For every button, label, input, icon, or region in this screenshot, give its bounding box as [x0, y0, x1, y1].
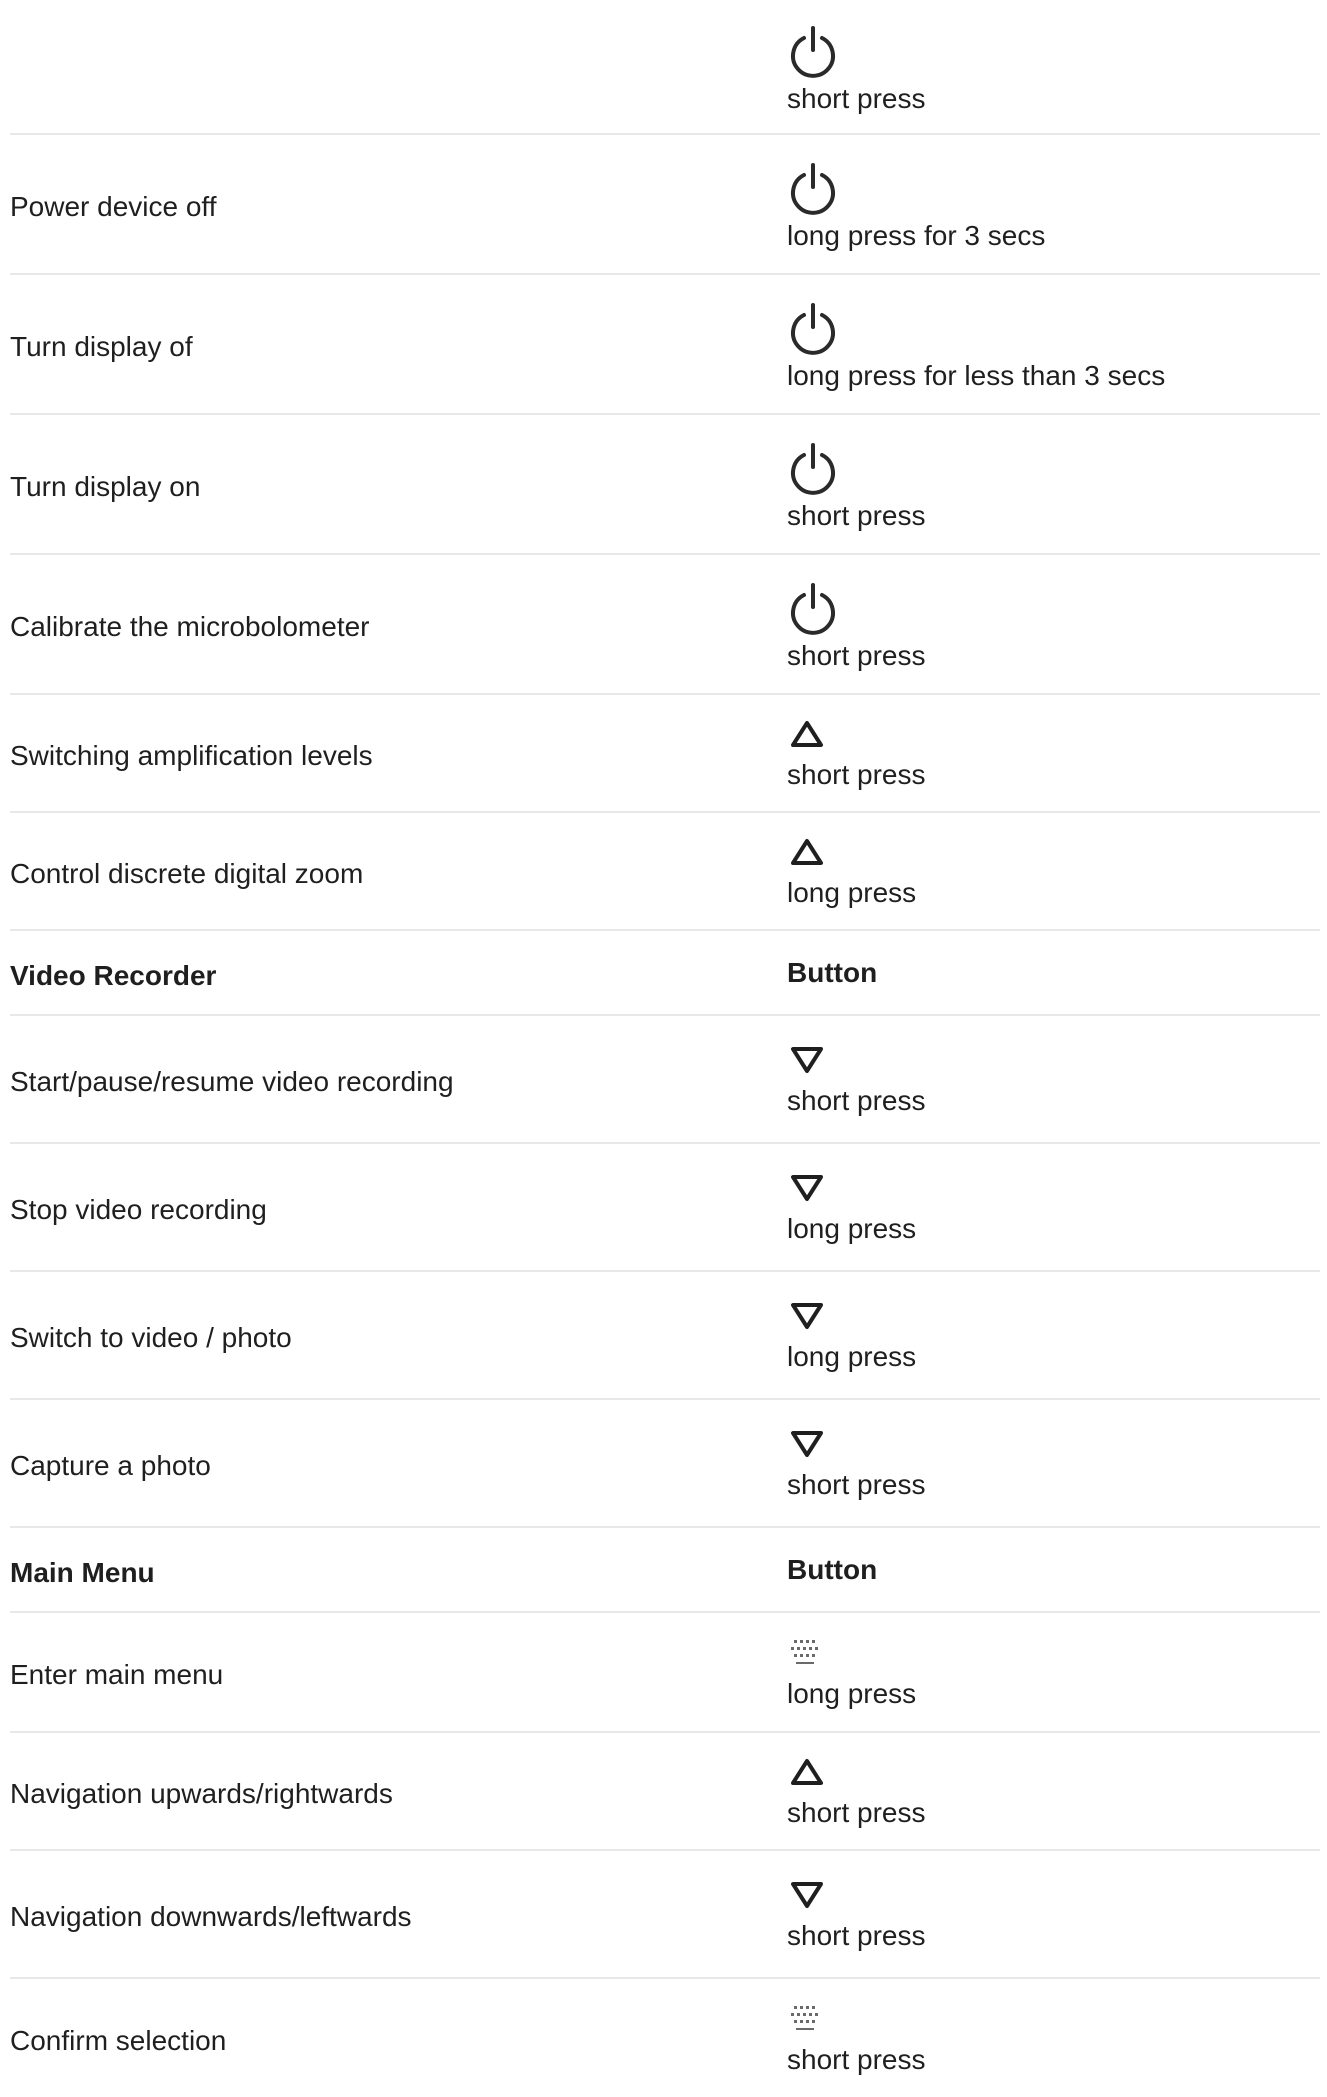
button-cell: short press	[787, 435, 1320, 533]
table-row: Start/pause/resume video recording short…	[10, 1016, 1320, 1144]
press-type: long press	[787, 1341, 917, 1372]
power-icon	[787, 575, 1320, 635]
table-row: Switching amplification levels short pre…	[10, 695, 1320, 813]
menu-icon	[787, 1633, 1320, 1673]
table-row: Capture a photo short press	[10, 1400, 1320, 1528]
table-row: Enter main menu long press	[10, 1613, 1320, 1733]
menu-icon	[787, 1999, 1320, 2039]
section-title: Video Recorder	[10, 959, 217, 991]
button-cell: long press	[787, 832, 1320, 910]
button-cell: long press	[787, 1168, 1320, 1246]
action-label	[10, 64, 787, 70]
section-header: Main Menu Button	[10, 1528, 1320, 1613]
action-label: Switching amplification levels	[10, 740, 373, 771]
power-icon	[787, 18, 1320, 78]
section-header: Video Recorder Button	[10, 931, 1320, 1016]
button-cell: long press for 3 secs	[787, 155, 1320, 253]
up-triangle-icon	[787, 1752, 1320, 1792]
button-cell: short press	[787, 1999, 1320, 2077]
table-row: Navigation downwards/leftwards short pre…	[10, 1851, 1320, 1979]
down-triangle-icon	[787, 1168, 1320, 1208]
table-row: short press	[10, 0, 1320, 135]
action-label: Calibrate the microbolometer	[10, 611, 370, 642]
press-type: short press	[787, 1469, 926, 1500]
table-row: Navigation upwards/rightwards short pres…	[10, 1733, 1320, 1851]
power-icon	[787, 435, 1320, 495]
press-type: short press	[787, 82, 926, 114]
section-title: Main Menu	[10, 1556, 155, 1588]
up-triangle-icon	[787, 832, 1320, 872]
table-row: Control discrete digital zoom long press	[10, 813, 1320, 931]
action-label: Navigation upwards/rightwards	[10, 1778, 393, 1809]
button-cell: short press	[787, 575, 1320, 673]
down-triangle-icon	[787, 1875, 1320, 1915]
table-row: Turn display on short press	[10, 415, 1320, 555]
down-triangle-icon	[787, 1424, 1320, 1464]
button-cell: short press	[787, 1752, 1320, 1830]
action-label: Enter main menu	[10, 1659, 224, 1690]
table-row: Confirm selection short press	[10, 1979, 1320, 2097]
down-triangle-icon	[787, 1040, 1320, 1080]
press-type: short press	[787, 2044, 926, 2075]
action-label: Control discrete digital zoom	[10, 858, 364, 889]
press-type: short press	[787, 1085, 926, 1116]
button-cell: short press	[787, 1424, 1320, 1502]
action-label: Switch to video / photo	[10, 1322, 292, 1353]
action-label: Navigation downwards/leftwards	[10, 1901, 412, 1932]
column-title: Button	[787, 1553, 878, 1585]
button-cell: short press	[787, 714, 1320, 792]
controls-table: short press Power device off long press …	[10, 0, 1320, 2097]
press-type: short press	[787, 1920, 926, 1951]
press-type: long press for less than 3 secs	[787, 360, 1166, 391]
action-label: Turn display of	[10, 331, 193, 362]
table-row: Switch to video / photo long press	[10, 1272, 1320, 1400]
button-cell: long press	[787, 1633, 1320, 1711]
press-type: short press	[787, 500, 926, 531]
button-cell: short press	[787, 1875, 1320, 1953]
press-type: short press	[787, 640, 926, 671]
action-label: Power device off	[10, 191, 217, 222]
press-type: short press	[787, 1797, 926, 1828]
press-type: short press	[787, 759, 926, 790]
action-label: Stop video recording	[10, 1194, 267, 1225]
button-cell: short press	[787, 18, 1320, 116]
press-type: long press	[787, 877, 917, 908]
table-row: Stop video recording long press	[10, 1144, 1320, 1272]
button-cell: long press for less than 3 secs	[787, 295, 1320, 393]
action-label: Turn display on	[10, 471, 201, 502]
press-type: long press	[787, 1678, 917, 1709]
power-icon	[787, 295, 1320, 355]
button-cell: short press	[787, 1040, 1320, 1118]
press-type: long press	[787, 1213, 917, 1244]
table-row: Power device off long press for 3 secs	[10, 135, 1320, 275]
up-triangle-icon	[787, 714, 1320, 754]
table-row: Calibrate the microbolometer short press	[10, 555, 1320, 695]
action-label: Confirm selection	[10, 2025, 227, 2056]
table-row: Turn display of long press for less than…	[10, 275, 1320, 415]
down-triangle-icon	[787, 1296, 1320, 1336]
action-label: Start/pause/resume video recording	[10, 1066, 454, 1097]
column-title: Button	[787, 956, 878, 988]
press-type: long press for 3 secs	[787, 220, 1046, 251]
power-icon	[787, 155, 1320, 215]
action-label: Capture a photo	[10, 1450, 211, 1481]
button-cell: long press	[787, 1296, 1320, 1374]
